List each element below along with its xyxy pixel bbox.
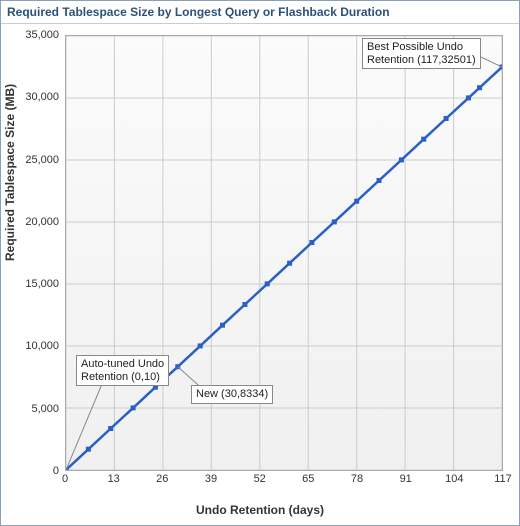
- x-tick: 0: [62, 473, 68, 485]
- x-tick: 52: [254, 473, 266, 485]
- y-tick: 5,000: [19, 403, 59, 415]
- annotation-auto-tuned: Auto-tuned UndoRetention (0,10): [76, 355, 169, 386]
- x-tick: 91: [400, 473, 412, 485]
- x-axis-label: Undo Retention (days): [1, 503, 519, 517]
- chart-panel: Required Tablespace Size by Longest Quer…: [0, 0, 520, 526]
- x-tick: 117: [494, 473, 512, 485]
- annotation-best-possible: Best Possible UndoRetention (117,32501): [362, 38, 481, 69]
- x-tick: 104: [445, 473, 463, 485]
- y-tick: 15,000: [19, 278, 59, 290]
- x-tick: 39: [205, 473, 217, 485]
- chart-svg: [66, 36, 502, 470]
- x-tick: 65: [302, 473, 314, 485]
- y-tick: 30,000: [19, 91, 59, 103]
- y-tick: 35,000: [19, 29, 59, 41]
- x-tick: 26: [156, 473, 168, 485]
- y-tick: 20,000: [19, 216, 59, 228]
- plot-area: [65, 35, 503, 471]
- y-tick: 0: [19, 465, 59, 477]
- y-axis-label: Required Tablespace Size (MB): [3, 84, 17, 261]
- x-tick: 13: [108, 473, 120, 485]
- x-tick: 78: [351, 473, 363, 485]
- chart-title: Required Tablespace Size by Longest Quer…: [1, 1, 519, 24]
- annotation-new: New (30,8334): [191, 385, 273, 404]
- y-tick: 10,000: [19, 340, 59, 352]
- y-tick: 25,000: [19, 154, 59, 166]
